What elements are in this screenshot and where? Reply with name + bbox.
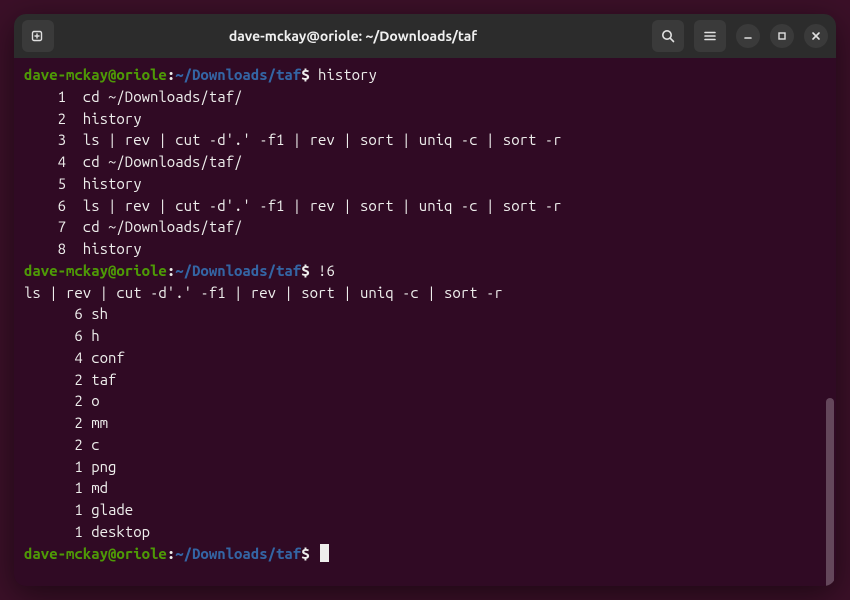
close-icon [810, 30, 822, 42]
prompt-user-host: dave-mckay@oriole [24, 66, 167, 83]
prompt-colon: : [167, 545, 175, 562]
close-button[interactable] [804, 24, 828, 48]
prompt-path: ~/Downloads/taf [175, 262, 301, 279]
terminal-window: dave-mckay@oriole: ~/Downloads/taf [14, 14, 836, 586]
history-output: 1 cd ~/Downloads/taf/ 2 history 3 ls | r… [24, 88, 562, 257]
minimize-button[interactable] [736, 24, 760, 48]
search-icon [660, 28, 676, 44]
maximize-button[interactable] [770, 24, 794, 48]
expanded-command: ls | rev | cut -d'.' -f1 | rev | sort | … [24, 284, 503, 301]
new-tab-icon [30, 28, 46, 44]
scrollbar-thumb[interactable] [826, 398, 834, 586]
prompt-dollar: $ [301, 545, 309, 562]
command-text: !6 [318, 262, 335, 279]
command-text: history [318, 66, 377, 83]
hamburger-icon [702, 28, 718, 44]
cursor [320, 544, 329, 562]
prompt-colon: : [167, 262, 175, 279]
window-title: dave-mckay@oriole: ~/Downloads/taf [60, 28, 646, 44]
new-tab-button[interactable] [22, 20, 54, 52]
terminal-body[interactable]: dave-mckay@oriole:~/Downloads/taf$ histo… [14, 58, 836, 586]
maximize-icon [776, 30, 788, 42]
prompt-path: ~/Downloads/taf [175, 66, 301, 83]
search-button[interactable] [652, 20, 684, 52]
titlebar: dave-mckay@oriole: ~/Downloads/taf [14, 14, 836, 58]
command-output: 6 sh 6 h 4 conf 2 taf 2 o 2 mm 2 c 1 png… [24, 305, 150, 540]
prompt-path: ~/Downloads/taf [175, 545, 301, 562]
menu-button[interactable] [694, 20, 726, 52]
prompt-dollar: $ [301, 66, 309, 83]
prompt-user-host: dave-mckay@oriole [24, 262, 167, 279]
prompt-colon: : [167, 66, 175, 83]
prompt-dollar: $ [301, 262, 309, 279]
prompt-user-host: dave-mckay@oriole [24, 545, 167, 562]
minimize-icon [742, 30, 754, 42]
